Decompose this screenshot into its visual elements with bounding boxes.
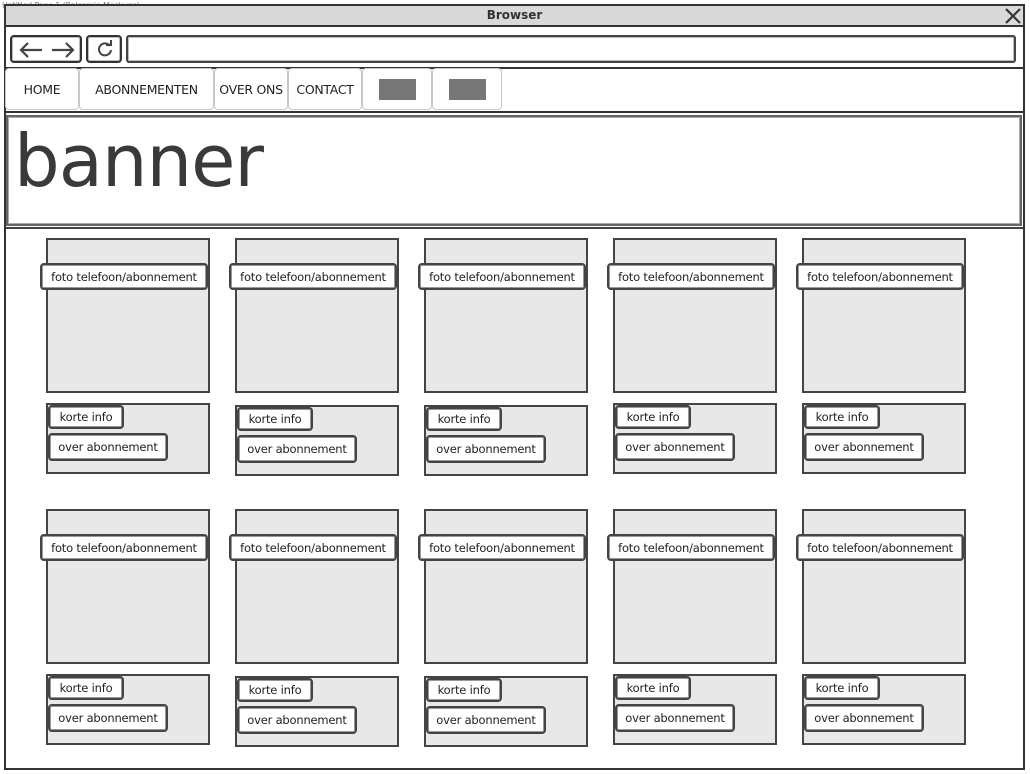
address-bar[interactable] xyxy=(126,35,1016,63)
phone-photo-box xyxy=(235,238,399,393)
over-abonnement-button[interactable]: over abonnement xyxy=(237,435,357,463)
photo-label: foto telefoon/abonnement xyxy=(229,534,397,561)
phone-photo-box xyxy=(46,509,210,664)
tab-over-ons[interactable]: OVER ONS xyxy=(214,68,288,110)
korte-info-button[interactable]: korte info xyxy=(237,678,313,702)
title-bar: Browser xyxy=(6,6,1023,27)
banner-text: banner xyxy=(14,119,264,203)
over-abonnement-button[interactable]: over abonnement xyxy=(237,706,357,734)
tab-home[interactable]: HOME xyxy=(5,68,79,110)
korte-info-button[interactable]: korte info xyxy=(426,407,502,431)
divider xyxy=(6,227,1023,229)
korte-info-button[interactable]: korte info xyxy=(804,405,880,429)
back-forward-buttons xyxy=(10,35,82,63)
tab-image-1[interactable] xyxy=(362,68,432,110)
korte-info-button[interactable]: korte info xyxy=(48,405,124,429)
close-icon[interactable] xyxy=(1003,6,1023,26)
phone-photo-box xyxy=(802,509,966,664)
reload-button[interactable] xyxy=(86,35,122,63)
over-abonnement-button[interactable]: over abonnement xyxy=(426,435,546,463)
phone-photo-box xyxy=(46,238,210,393)
photo-label: foto telefoon/abonnement xyxy=(418,534,586,561)
photo-label: foto telefoon/abonnement xyxy=(796,534,964,561)
photo-label: foto telefoon/abonnement xyxy=(229,263,397,290)
phone-photo-box xyxy=(424,509,588,664)
window-title: Browser xyxy=(486,8,543,22)
arrow-left-icon[interactable] xyxy=(18,41,44,59)
phone-photo-box xyxy=(802,238,966,393)
korte-info-button[interactable]: korte info xyxy=(615,405,691,429)
over-abonnement-button[interactable]: over abonnement xyxy=(426,706,546,734)
over-abonnement-button[interactable]: over abonnement xyxy=(615,433,735,461)
phone-photo-box xyxy=(424,238,588,393)
phone-photo-box xyxy=(235,509,399,664)
tab-image-placeholder xyxy=(378,78,416,100)
over-abonnement-button[interactable]: over abonnement xyxy=(48,433,168,461)
photo-label: foto telefoon/abonnement xyxy=(40,263,208,290)
photo-label: foto telefoon/abonnement xyxy=(418,263,586,290)
photo-label: foto telefoon/abonnement xyxy=(607,534,775,561)
over-abonnement-button[interactable]: over abonnement xyxy=(804,433,924,461)
korte-info-button[interactable]: korte info xyxy=(615,676,691,700)
tab-abonnementen[interactable]: ABONNEMENTEN xyxy=(79,68,214,110)
over-abonnement-button[interactable]: over abonnement xyxy=(804,704,924,732)
photo-label: foto telefoon/abonnement xyxy=(607,263,775,290)
korte-info-button[interactable]: korte info xyxy=(237,407,313,431)
phone-photo-box xyxy=(613,238,777,393)
tab-image-placeholder xyxy=(448,78,486,100)
korte-info-button[interactable]: korte info xyxy=(426,678,502,702)
photo-label: foto telefoon/abonnement xyxy=(40,534,208,561)
korte-info-button[interactable]: korte info xyxy=(48,676,124,700)
over-abonnement-button[interactable]: over abonnement xyxy=(615,704,735,732)
photo-label: foto telefoon/abonnement xyxy=(796,263,964,290)
korte-info-button[interactable]: korte info xyxy=(804,676,880,700)
over-abonnement-button[interactable]: over abonnement xyxy=(48,704,168,732)
tab-image-2[interactable] xyxy=(432,68,502,110)
reload-icon xyxy=(98,40,112,57)
tab-contact[interactable]: CONTACT xyxy=(288,68,362,110)
arrow-right-icon[interactable] xyxy=(50,41,76,59)
phone-photo-box xyxy=(613,509,777,664)
